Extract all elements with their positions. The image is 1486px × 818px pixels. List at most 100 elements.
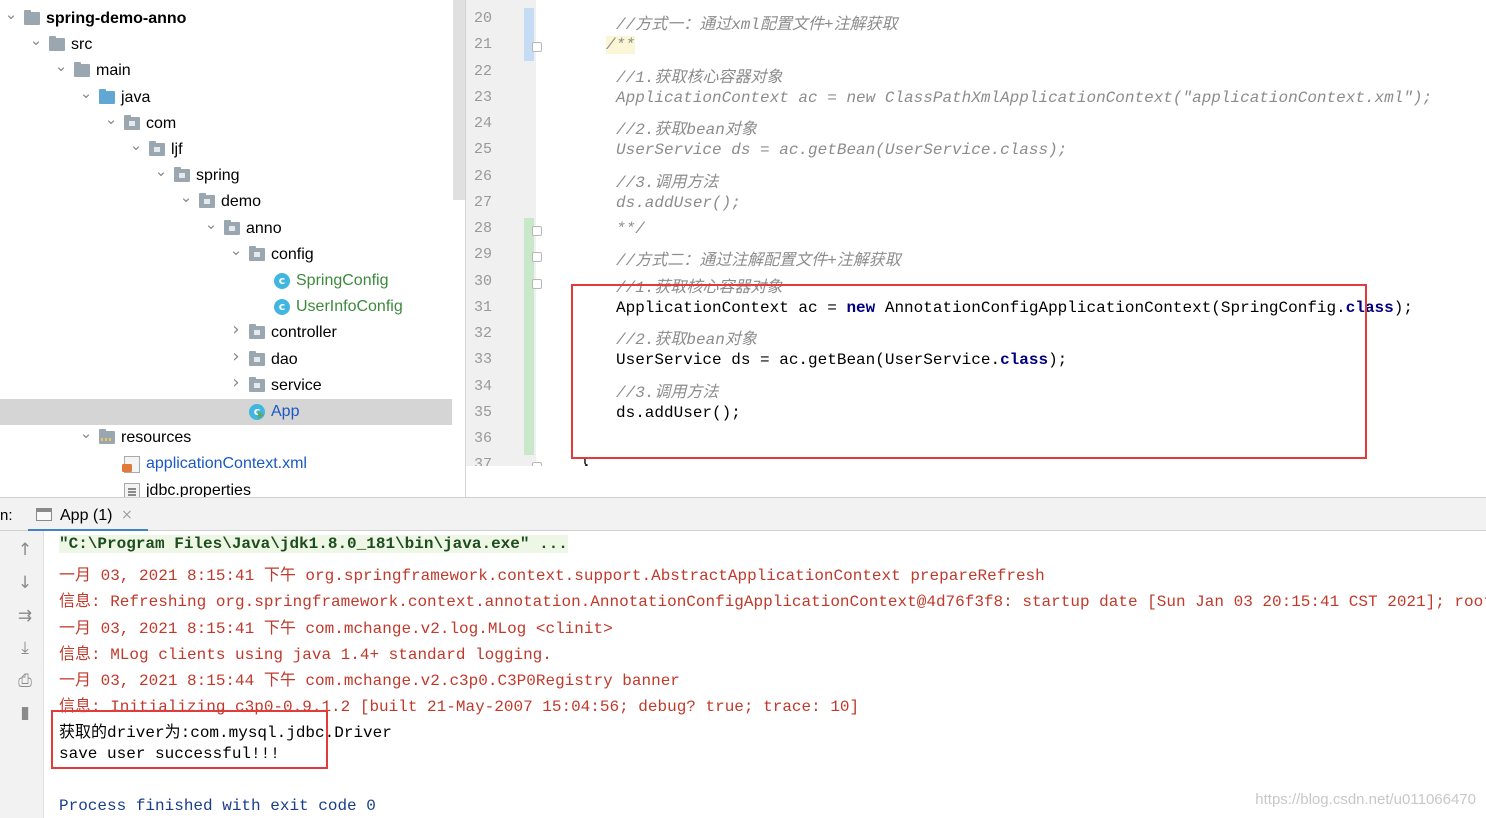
fold-marker-icon[interactable] — [532, 252, 542, 263]
chevron-down-icon[interactable]: ⌄ — [29, 33, 43, 48]
tree-item-label: ljf — [171, 141, 183, 158]
line-number: 36 — [473, 430, 492, 447]
tree-item[interactable]: ⌄ ljf — [0, 137, 452, 163]
close-icon[interactable]: × — [121, 507, 133, 523]
line-number: 30 — [473, 272, 492, 290]
chevron-down-icon[interactable]: ⌄ — [79, 426, 93, 441]
package-icon — [149, 141, 165, 156]
code-line: //方式二：通过注解配置文件+注解获取 — [616, 246, 901, 270]
tree-item[interactable]: › service — [0, 373, 452, 399]
tree-item[interactable]: ⌄ main — [0, 58, 452, 84]
run-tab-app[interactable]: App (1) × — [28, 498, 148, 532]
fold-marker-icon[interactable] — [532, 42, 542, 53]
resources-folder-icon — [99, 429, 115, 445]
watermark: https://blog.csdn.net/u011066470 — [1255, 791, 1476, 808]
run-toolbar: ↑ ↓ ⇉ ⤓ ⎙ ▮ — [0, 531, 44, 818]
scroll-to-end-icon[interactable]: ⤓ — [14, 637, 36, 659]
line-number: 20 — [473, 10, 492, 27]
tree-scrollbar[interactable] — [453, 0, 465, 200]
soft-wrap-icon[interactable]: ⇉ — [14, 605, 36, 627]
fold-marker-icon[interactable] — [532, 462, 542, 466]
line-number: 33 — [473, 351, 492, 369]
tree-item-label: App — [271, 403, 300, 420]
tree-item[interactable]: ⌄ demo — [0, 189, 452, 215]
chevron-down-icon[interactable]: ⌄ — [79, 85, 93, 100]
tree-item[interactable]: ⌄ config — [0, 242, 452, 268]
code-line: //1.获取核心容器对象 — [616, 63, 782, 87]
console-line: 一月 03, 2021 8:15:41 下午 com.mchange.v2.lo… — [59, 619, 613, 638]
tree-item[interactable]: ⌄ spring-demo-anno — [0, 6, 452, 32]
tree-item[interactable]: applicationContext.xml — [0, 451, 452, 477]
tree-item[interactable]: ⌄ src — [0, 32, 452, 58]
code-token: //方式二：通过注解配置文件+注解获取 — [616, 252, 901, 271]
chevron-down-icon[interactable]: ⌄ — [104, 111, 118, 126]
tree-item[interactable]: ⌄ spring — [0, 163, 452, 189]
code-token: ApplicationContext ac = new ClassPathXml… — [616, 88, 1433, 107]
print-icon[interactable]: ⎙ — [14, 670, 36, 692]
arrow-down-icon[interactable]: ↓ — [14, 572, 36, 594]
tree-item-label: anno — [246, 219, 282, 237]
line-number: 22 — [473, 62, 492, 80]
tree-item[interactable]: › controller — [0, 320, 452, 346]
arrow-up-icon[interactable]: ↑ — [14, 539, 36, 561]
code-token: **/ — [616, 220, 645, 238]
chevron-down-icon[interactable]: ⌄ — [179, 190, 193, 205]
line-number: 34 — [473, 377, 492, 395]
line-number: 25 — [473, 141, 492, 159]
folder-icon — [49, 36, 65, 52]
tree-item[interactable]: c SpringConfig — [0, 268, 452, 294]
line-number: 21 — [473, 36, 492, 54]
change-marker — [524, 401, 534, 429]
tree-item[interactable]: jdbc.properties — [0, 478, 452, 497]
code-token: //方式一：通过xml配置文件+注解获取 — [616, 16, 898, 34]
chevron-right-icon[interactable]: › — [229, 373, 243, 391]
tree-item-label: SpringConfig — [296, 272, 389, 289]
tree-item[interactable]: ⌄ com — [0, 111, 452, 137]
tree-item[interactable]: c UserInfoConfig — [0, 294, 452, 320]
source-folder-icon — [99, 88, 115, 104]
tree-item-label: main — [96, 62, 131, 80]
code-token: /** — [606, 36, 635, 55]
console-line: 信息: MLog clients using java 1.4+ standar… — [59, 645, 552, 664]
tree-item[interactable]: ⌄ java — [0, 85, 452, 111]
fold-marker-icon[interactable] — [532, 226, 542, 236]
line-number: 32 — [473, 325, 492, 342]
console-line: "C:\Program Files\Java\jdk1.8.0_181\bin\… — [59, 535, 568, 553]
tree-item-label: demo — [221, 193, 262, 211]
tree-item-label: config — [271, 245, 314, 263]
chevron-right-icon[interactable]: › — [229, 321, 243, 339]
code-token: ); — [1393, 298, 1413, 317]
chevron-down-icon[interactable]: ⌄ — [129, 138, 143, 153]
tree-item[interactable]: c App — [0, 399, 452, 425]
tree-item[interactable]: ⌄ resources — [0, 425, 452, 451]
tree-item[interactable]: ⌄ anno — [0, 216, 452, 242]
folder-icon — [74, 62, 90, 78]
run-tab-label: App (1) — [60, 507, 113, 524]
console-output[interactable]: "C:\Program Files\Java\jdk1.8.0_181\bin\… — [44, 531, 1486, 818]
line-number: 24 — [473, 115, 492, 132]
line-number: 35 — [473, 403, 492, 421]
console-line: 信息: Refreshing org.springframework.conte… — [59, 593, 1486, 612]
class-icon: c — [249, 404, 265, 420]
chevron-down-icon[interactable]: ⌄ — [54, 59, 68, 74]
chevron-down-icon[interactable]: ⌄ — [154, 164, 168, 179]
tree-item-label: spring — [196, 167, 240, 185]
chevron-down-icon[interactable]: ⌄ — [204, 216, 218, 231]
trash-icon[interactable]: ▮ — [14, 702, 36, 724]
tree-item-label: controller — [271, 324, 337, 342]
package-icon — [124, 114, 140, 130]
chevron-down-icon[interactable]: ⌄ — [4, 7, 18, 22]
console-line: 一月 03, 2021 8:15:44 下午 com.mchange.v2.c3… — [59, 672, 680, 690]
line-number: 31 — [473, 298, 492, 316]
chevron-down-icon[interactable]: ⌄ — [229, 242, 243, 257]
chevron-right-icon[interactable]: › — [229, 347, 243, 365]
fold-marker-icon[interactable] — [532, 278, 542, 289]
run-badge-icon — [258, 411, 264, 419]
run-tool-header: n: App (1) × — [0, 497, 1486, 532]
tree-item[interactable]: › dao — [0, 347, 452, 373]
code-token: //2.获取bean对象 — [616, 121, 757, 139]
line-number: 23 — [473, 88, 492, 106]
code-line: ds.addUser(); — [616, 194, 741, 212]
tree-item-label: java — [121, 88, 151, 106]
run-label: n: — [0, 507, 13, 524]
